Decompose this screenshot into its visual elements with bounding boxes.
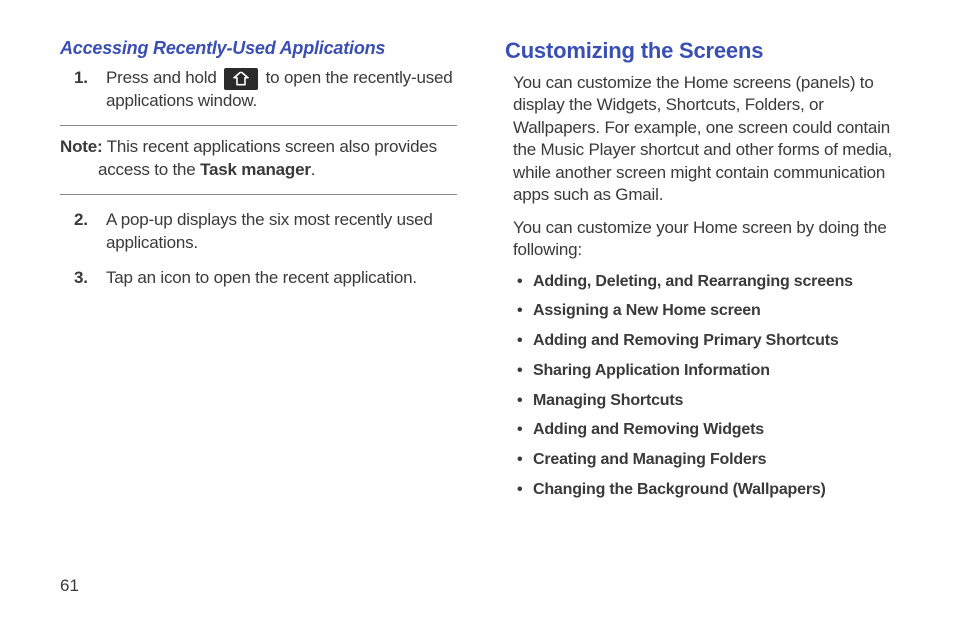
bullet-item: Managing Shortcuts xyxy=(517,391,902,412)
home-icon xyxy=(224,68,258,90)
bullet-item: Adding and Removing Widgets xyxy=(517,420,902,441)
step-text-before: Press and hold xyxy=(106,68,221,87)
left-column: Accessing Recently-Used Applications 1. … xyxy=(60,38,457,510)
note-text-after: . xyxy=(311,160,316,179)
bullet-item: Sharing Application Information xyxy=(517,361,902,382)
step-text: A pop-up displays the six most recently … xyxy=(106,210,433,252)
step-number: 3. xyxy=(74,267,88,290)
bullet-item: Adding, Deleting, and Rearranging screen… xyxy=(517,272,902,293)
step-list-top: 1. Press and hold to open the recently-u… xyxy=(60,67,457,113)
customize-bullets: Adding, Deleting, and Rearranging screen… xyxy=(505,272,902,501)
page-number: 61 xyxy=(60,576,79,596)
step-number: 1. xyxy=(74,67,88,90)
bullet-item: Changing the Background (Wallpapers) xyxy=(517,480,902,501)
note-bold: Task manager xyxy=(200,160,311,179)
step-list-bottom: 2. A pop-up displays the six most recent… xyxy=(60,209,457,290)
note-block: Note: This recent applications screen al… xyxy=(60,125,457,195)
step-text: Tap an icon to open the recent applicati… xyxy=(106,268,417,287)
intro-paragraph-1: You can customize the Home screens (pane… xyxy=(505,72,902,207)
step-number: 2. xyxy=(74,209,88,232)
bullet-item: Adding and Removing Primary Shortcuts xyxy=(517,331,902,352)
step-2: 2. A pop-up displays the six most recent… xyxy=(106,209,457,255)
section-heading-accessing: Accessing Recently-Used Applications xyxy=(60,38,457,59)
intro-paragraph-2: You can customize your Home screen by do… xyxy=(505,217,902,262)
section-heading-customizing: Customizing the Screens xyxy=(505,38,902,64)
bullet-item: Creating and Managing Folders xyxy=(517,450,902,471)
bullet-item: Assigning a New Home screen xyxy=(517,301,902,322)
step-1: 1. Press and hold to open the recently-u… xyxy=(106,67,457,113)
note-label: Note: xyxy=(60,137,102,156)
right-column: Customizing the Screens You can customiz… xyxy=(505,38,902,510)
step-3: 3. Tap an icon to open the recent applic… xyxy=(106,267,457,290)
